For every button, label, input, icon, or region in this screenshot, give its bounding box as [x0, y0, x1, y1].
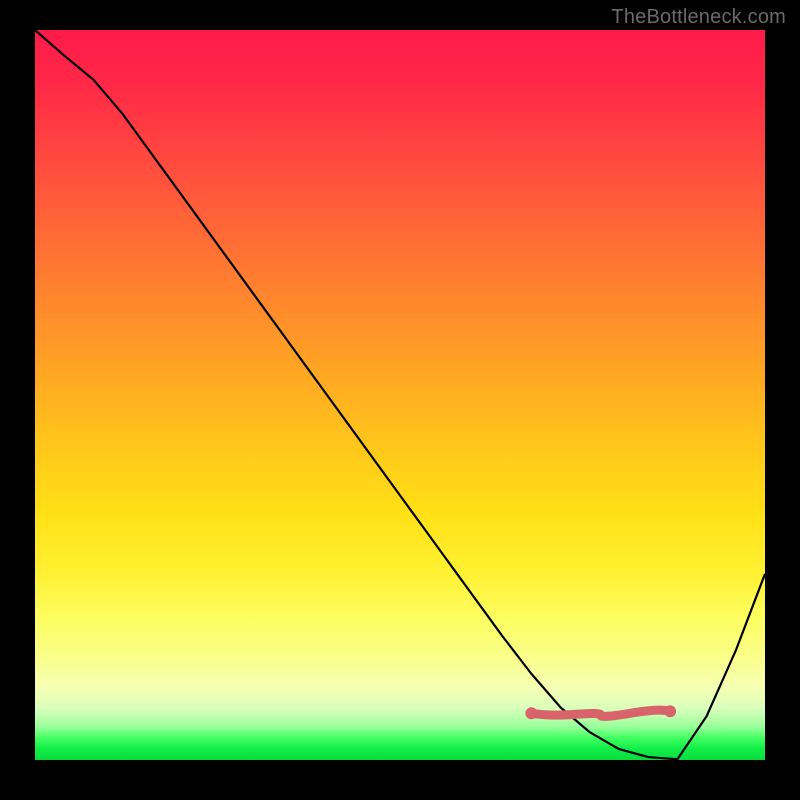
- watermark-text: TheBottleneck.com: [611, 6, 786, 29]
- bottleneck-curve: [35, 30, 765, 759]
- chart-svg: [35, 30, 765, 760]
- chart-plot-area: [35, 30, 765, 760]
- marker-dot: [664, 705, 676, 717]
- marker-dot: [525, 707, 537, 719]
- optimal-range-marker: [531, 710, 670, 716]
